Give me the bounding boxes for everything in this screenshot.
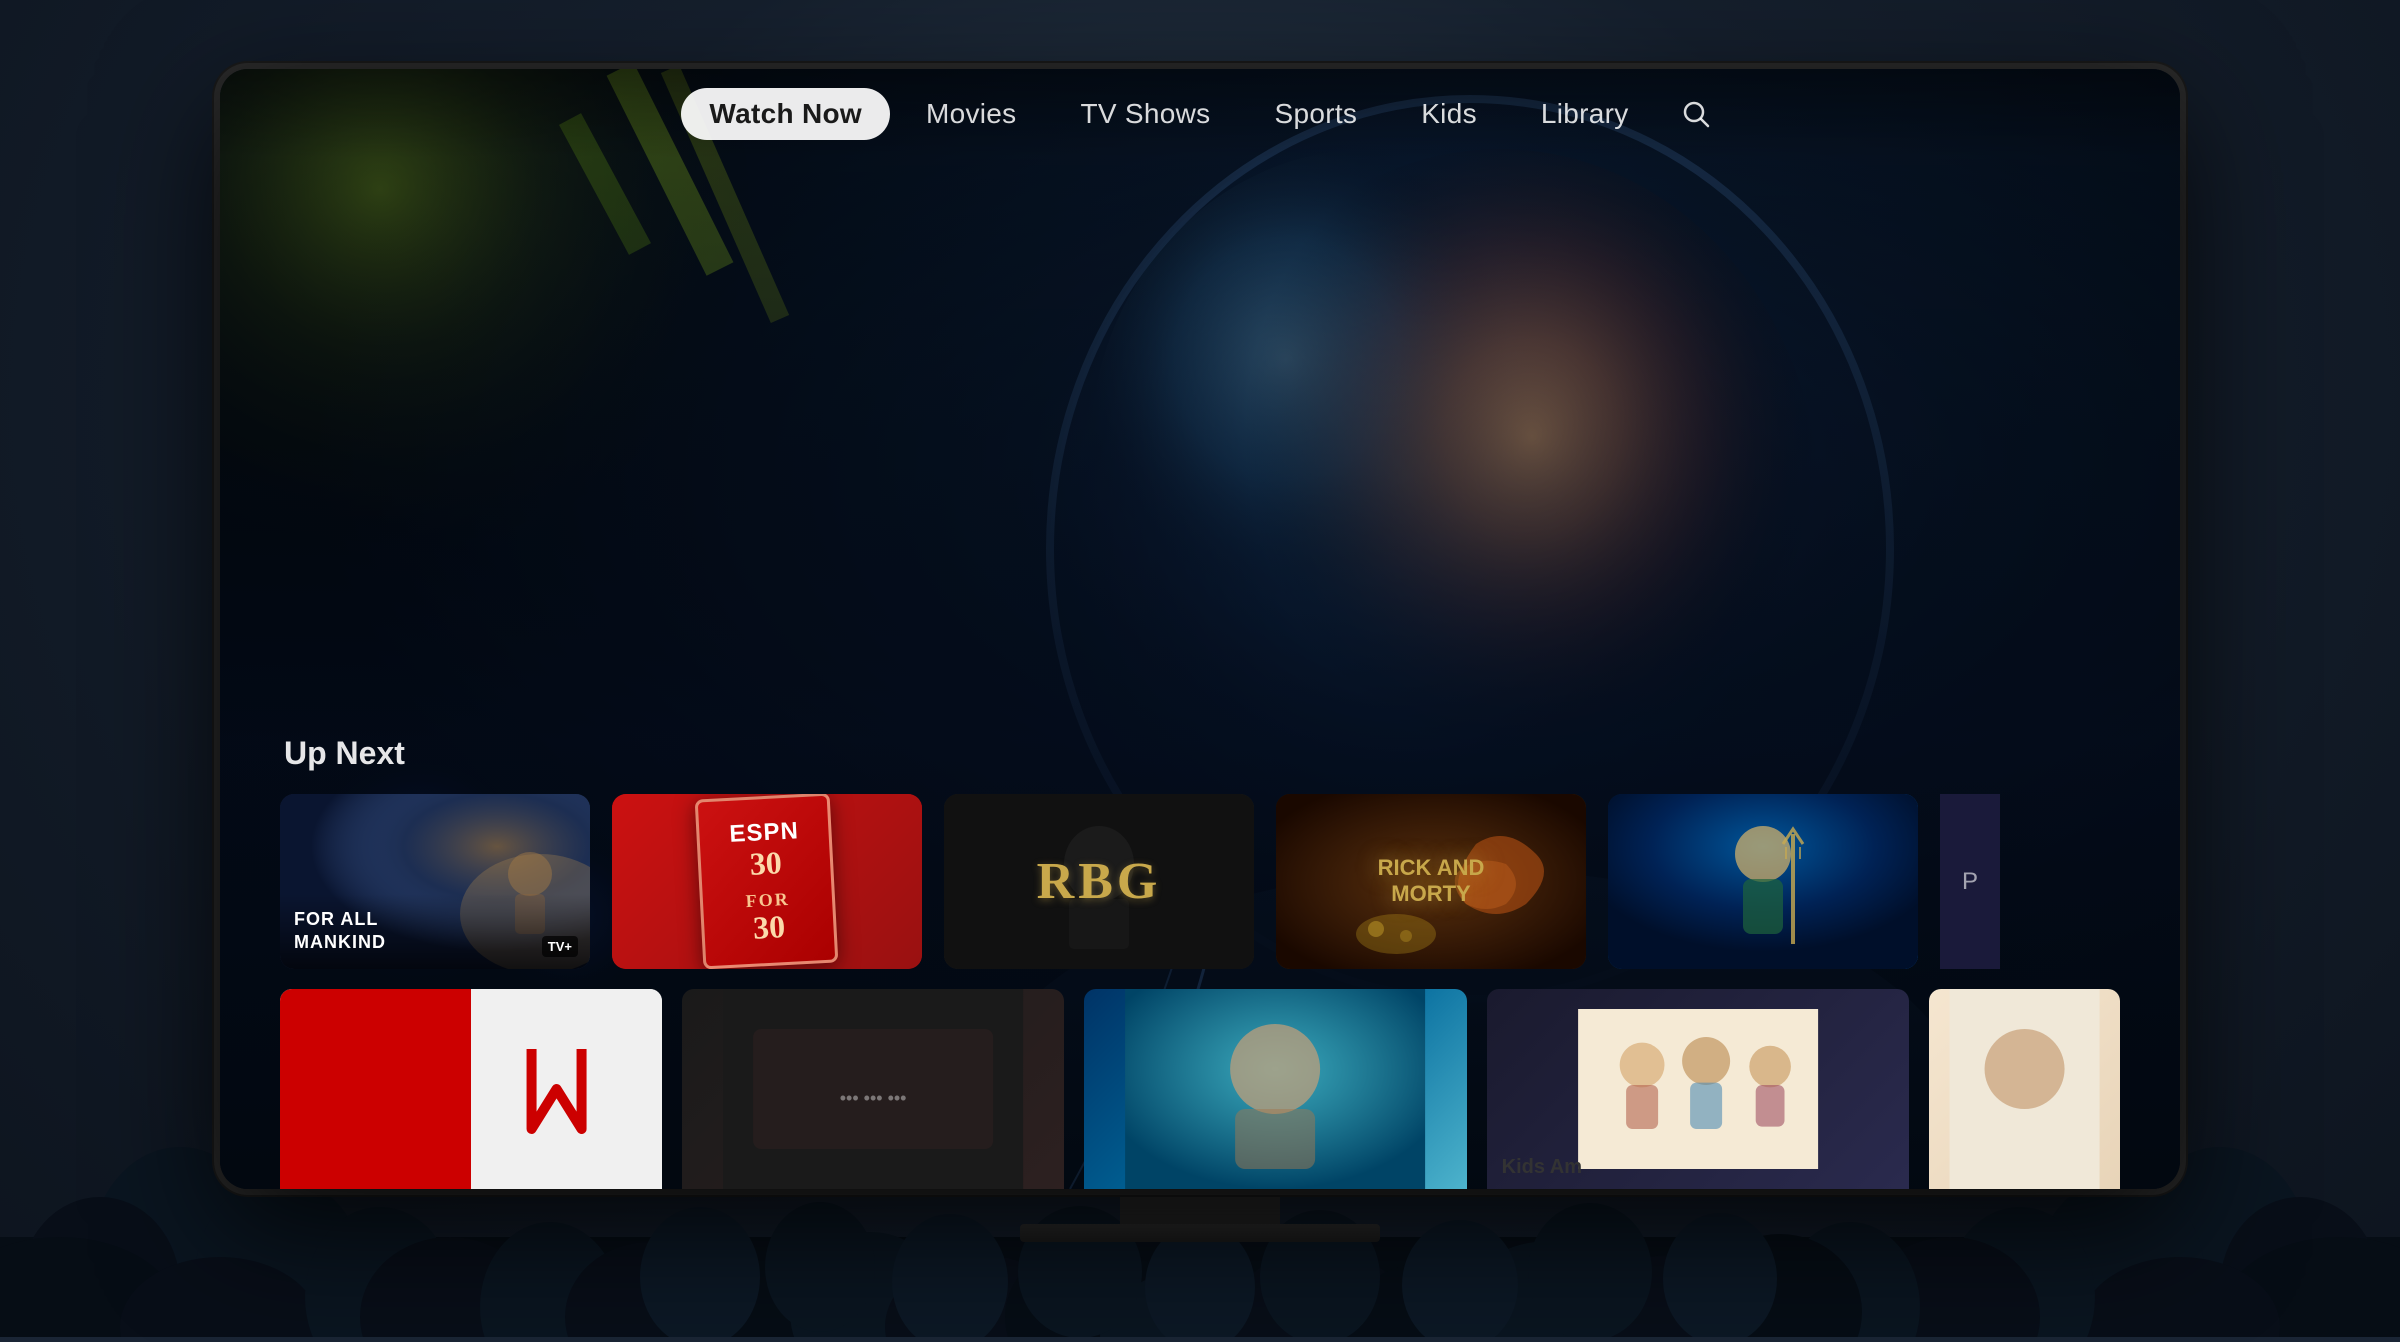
nav-watch-now[interactable]: Watch Now xyxy=(681,88,890,140)
card-partial: P xyxy=(1940,794,2000,969)
card-aquaman[interactable]: AQUAMAN xyxy=(1608,794,1918,969)
tv-screen: Watch Now Movies TV Shows Sports Kids Li… xyxy=(220,69,2180,1189)
nav-tv-shows[interactable]: TV Shows xyxy=(1052,88,1238,140)
rick-morty-title: RICK ANDMORTY xyxy=(1378,855,1485,908)
apple-tv-plus-badge: TV+ xyxy=(542,936,578,957)
news-white-section xyxy=(471,989,662,1189)
bottom-card-show-2[interactable]: ••• ••• ••• xyxy=(682,989,1064,1189)
bottom-card-news[interactable] xyxy=(280,989,662,1189)
bottom-card-show-5[interactable] xyxy=(1929,989,2120,1189)
navigation-bar: Watch Now Movies TV Shows Sports Kids Li… xyxy=(220,69,2180,159)
rbg-title: RBG xyxy=(1037,852,1162,911)
for-all-mankind-title: FOR ALLMANKIND xyxy=(294,908,576,955)
tv-stand-base xyxy=(1020,1224,1380,1242)
svg-text:••• ••• •••: ••• ••• ••• xyxy=(840,1088,907,1108)
kids-am-label: Kids Am xyxy=(1502,1156,1582,1179)
search-button[interactable] xyxy=(1673,91,1719,137)
up-next-label: Up Next xyxy=(280,735,2180,772)
bottom-thumbnails-row: ••• ••• ••• xyxy=(220,989,2180,1189)
nav-movies[interactable]: Movies xyxy=(898,88,1045,140)
tv-stand xyxy=(1020,1194,1380,1242)
card-espn-30-for-30[interactable]: ESPN 30FOR30 xyxy=(612,794,922,969)
card-rbg[interactable]: RBG xyxy=(944,794,1254,969)
nav-library[interactable]: Library xyxy=(1513,88,1657,140)
nav-kids[interactable]: Kids xyxy=(1393,88,1505,140)
bottom-card-kids-am[interactable]: Kids Am xyxy=(1487,989,1909,1189)
up-next-row: FOR ALLMANKIND TV+ ESPN 30FOR30 xyxy=(280,794,2180,969)
news-red-section xyxy=(280,989,471,1189)
up-next-section: Up Next xyxy=(280,735,2180,969)
card-for-all-mankind[interactable]: FOR ALLMANKIND TV+ xyxy=(280,794,590,969)
tv-frame: Watch Now Movies TV Shows Sports Kids Li… xyxy=(220,69,2180,1189)
card-rick-and-morty[interactable]: RICK ANDMORTY xyxy=(1276,794,1586,969)
bottom-card-show-3[interactable] xyxy=(1084,989,1466,1189)
svg-text:P: P xyxy=(1962,868,1978,895)
espn-ticket: ESPN 30FOR30 xyxy=(695,794,839,969)
tv-stand-neck xyxy=(1120,1194,1280,1224)
nav-sports[interactable]: Sports xyxy=(1246,88,1385,140)
